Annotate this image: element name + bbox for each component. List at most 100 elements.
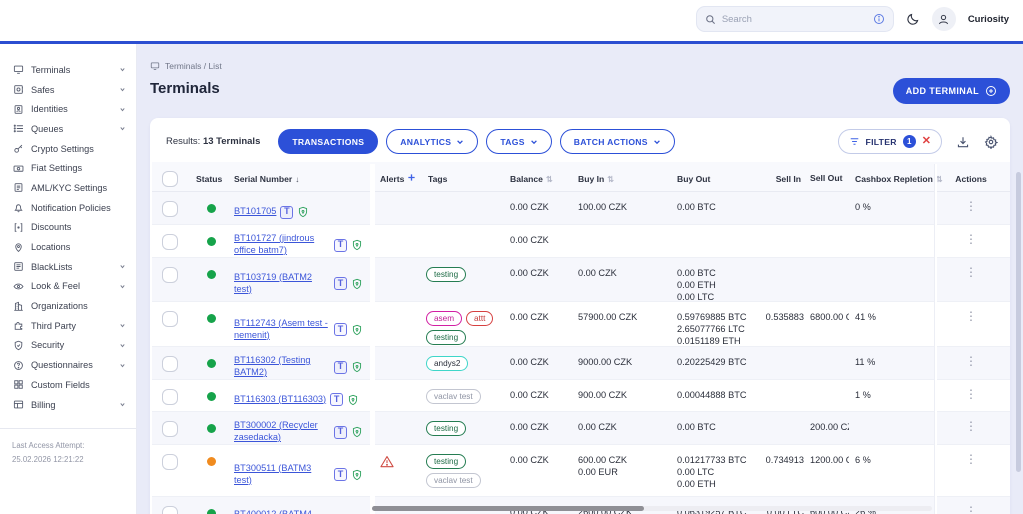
cashbox-repletion-cell: 6 % — [855, 455, 871, 465]
column-header-cashbox-repletion[interactable]: Cashbox Repletion ⇅ — [849, 162, 943, 191]
row-checkbox[interactable] — [162, 454, 178, 470]
sidebar-item-blacklists[interactable]: BlackLists — [0, 257, 136, 277]
sidebar-item-notification-policies[interactable]: Notification Policies — [0, 198, 136, 218]
vertical-scrollbar[interactable] — [1016, 172, 1021, 472]
sidebar-item-fiat-settings[interactable]: Fiat Settings — [0, 158, 136, 178]
filter-button[interactable]: FILTER 1 ✕ — [837, 129, 942, 154]
sidebar-item-organizations[interactable]: Organizations — [0, 296, 136, 316]
shield-icon[interactable] — [347, 393, 359, 407]
horizontal-scrollbar-thumb[interactable] — [372, 506, 644, 511]
analytics-button[interactable]: ANALYTICS — [386, 129, 479, 154]
settings-gear-icon[interactable] — [984, 134, 998, 149]
user-avatar[interactable] — [931, 7, 956, 31]
terminal-serial-link[interactable]: BT300002 (Recycler zasedacka) — [234, 420, 330, 444]
tag-pill[interactable]: vaclav test — [426, 389, 481, 404]
tag-pill[interactable]: testing — [426, 330, 467, 345]
user-name[interactable]: Curiosity — [968, 14, 1009, 25]
shield-icon[interactable] — [351, 360, 363, 374]
tag-pill[interactable]: vaclav test — [426, 473, 481, 488]
shield-icon[interactable] — [351, 277, 363, 291]
tag-pill[interactable]: attt — [466, 311, 494, 326]
add-alert-icon[interactable] — [407, 173, 416, 184]
row-checkbox[interactable] — [162, 201, 178, 217]
global-search[interactable] — [695, 6, 894, 32]
search-input[interactable] — [721, 13, 867, 25]
sidebar-item-look-feel[interactable]: Look & Feel — [0, 277, 136, 297]
terminal-t-badge[interactable]: T — [334, 425, 347, 439]
row-checkbox[interactable] — [162, 421, 178, 437]
sidebar-item-locations[interactable]: Locations — [0, 237, 136, 257]
terminal-serial-link[interactable]: BT400012 (BATM4 testing) — [234, 509, 330, 514]
row-checkbox[interactable] — [162, 506, 178, 514]
terminal-serial-link[interactable]: BT112743 (Asem test - nemenit) — [234, 318, 330, 342]
sidebar-item-aml-kyc-settings[interactable]: AML/KYC Settings — [0, 178, 136, 198]
terminal-t-badge[interactable]: T — [280, 205, 294, 219]
sidebar-item-crypto-settings[interactable]: Crypto Settings — [0, 139, 136, 159]
row-actions-menu[interactable]: ⋮ — [963, 233, 979, 257]
terminal-serial-link[interactable]: BT116303 (BT116303) — [234, 394, 326, 406]
tags-button[interactable]: TAGS — [486, 129, 552, 154]
sidebar-item-custom-fields[interactable]: Custom Fields — [0, 375, 136, 395]
tag-pill[interactable]: testing — [426, 454, 467, 469]
row-actions-menu[interactable]: ⋮ — [963, 505, 979, 514]
buy-out-cell: 0.20225429 BTC — [677, 357, 747, 367]
sidebar-item-third-party[interactable]: Third Party — [0, 316, 136, 336]
row-checkbox[interactable] — [162, 234, 178, 250]
column-header-serial-number[interactable]: Serial Number ↓ — [234, 162, 370, 191]
row-actions-menu[interactable]: ⋮ — [963, 355, 979, 379]
transactions-button[interactable]: TRANSACTIONS — [278, 129, 379, 154]
filter-clear-icon[interactable]: ✕ — [922, 136, 931, 147]
table-row: BT300511 (BATM3 test) Ttesting vaclav test… — [152, 445, 1010, 497]
dark-mode-icon[interactable] — [906, 12, 920, 26]
terminal-serial-link[interactable]: BT116302 (Testing BATM2) — [234, 355, 330, 379]
sidebar-item-security[interactable]: Security — [0, 336, 136, 356]
terminal-t-badge[interactable]: T — [334, 277, 347, 290]
sidebar-item-questionnaires[interactable]: Questionnaires — [0, 355, 136, 375]
row-actions-menu[interactable]: ⋮ — [963, 200, 979, 224]
row-actions-menu[interactable]: ⋮ — [963, 310, 979, 349]
sidebar-item-identities[interactable]: Identities — [0, 99, 136, 119]
column-header-balance[interactable]: Balance ⇅ — [500, 162, 558, 191]
sidebar-item-safes[interactable]: Safes — [0, 80, 136, 100]
row-checkbox[interactable] — [162, 267, 178, 283]
sidebar-item-discounts[interactable]: Discounts — [0, 218, 136, 238]
breadcrumb[interactable]: Terminals / List — [150, 61, 222, 71]
column-header-buy-in[interactable]: Buy In ⇅ — [558, 162, 663, 191]
search-info-icon[interactable] — [873, 13, 885, 25]
sidebar-item-terminals[interactable]: Terminals — [0, 60, 136, 80]
download-icon[interactable] — [956, 135, 970, 149]
terminal-t-badge[interactable]: T — [330, 393, 344, 406]
shield-icon[interactable] — [351, 238, 363, 252]
row-checkbox[interactable] — [162, 356, 178, 372]
shield-icon[interactable] — [351, 468, 363, 482]
terminal-t-badge[interactable]: T — [334, 360, 347, 374]
row-checkbox[interactable] — [162, 311, 178, 327]
terminal-t-badge[interactable]: T — [334, 468, 347, 481]
tag-pill[interactable]: testing — [426, 421, 467, 436]
terminal-t-badge[interactable]: T — [334, 238, 347, 252]
sidebar-item-billing[interactable]: Billing — [0, 395, 136, 415]
row-actions-menu[interactable]: ⋮ — [963, 388, 979, 411]
row-actions-menu[interactable]: ⋮ — [963, 266, 979, 301]
shield-icon[interactable] — [351, 323, 363, 337]
terminal-serial-link[interactable]: BT103719 (BATM2 test) — [234, 272, 330, 296]
terminal-serial-link[interactable]: BT101705 — [234, 206, 276, 218]
tag-pill[interactable]: andys2 — [426, 356, 469, 371]
tag-pill[interactable]: testing — [426, 267, 467, 282]
select-all-checkbox[interactable] — [162, 171, 178, 187]
shield-icon[interactable] — [351, 425, 363, 439]
sidebar-item-queues[interactable]: Queues — [0, 119, 136, 139]
row-actions-menu[interactable]: ⋮ — [963, 453, 979, 496]
terminal-serial-link[interactable]: BT101727 (jindrous office batm7) — [234, 233, 330, 257]
horizontal-scrollbar[interactable] — [372, 506, 932, 511]
tag-pill[interactable]: asem — [426, 311, 463, 326]
batch-actions-button[interactable]: BATCH ACTIONS — [559, 129, 675, 154]
alert-warning-icon[interactable] — [380, 455, 394, 468]
sidebar-item-label: Safes — [31, 84, 55, 95]
row-actions-menu[interactable]: ⋮ — [963, 420, 979, 444]
terminal-t-badge[interactable]: T — [334, 323, 347, 336]
add-terminal-button[interactable]: ADD TERMINAL — [892, 78, 1010, 104]
row-checkbox[interactable] — [162, 389, 178, 405]
terminal-serial-link[interactable]: BT300511 (BATM3 test) — [234, 463, 330, 487]
shield-icon[interactable] — [297, 205, 309, 219]
